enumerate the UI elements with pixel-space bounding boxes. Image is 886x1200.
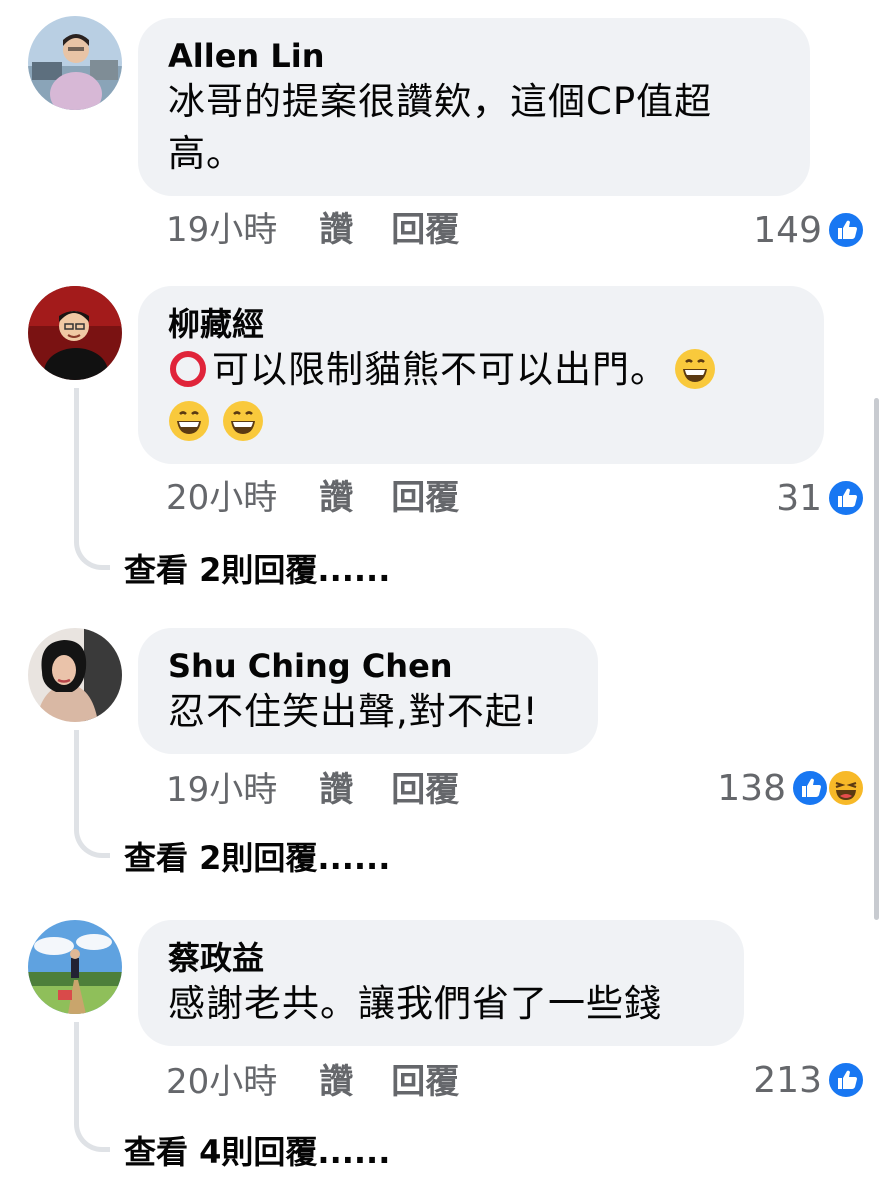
like-icon	[827, 211, 865, 249]
comment-timestamp[interactable]: 20小時	[166, 478, 277, 518]
like-button[interactable]: 讚	[319, 478, 353, 518]
like-icon	[791, 769, 829, 807]
thread-line	[74, 1022, 110, 1152]
comment-actions: 20小時 讚回覆	[166, 1062, 459, 1102]
comment-author[interactable]: 蔡政益	[168, 938, 714, 978]
heavy-large-circle-icon	[170, 351, 206, 387]
reaction-count: 31	[776, 477, 822, 519]
avatar-photo-liu-zang-jing	[28, 286, 122, 380]
scrollbar[interactable]	[874, 398, 879, 920]
like-icon	[827, 1061, 865, 1099]
reaction-summary[interactable]: 138	[717, 766, 866, 810]
comment-bubble: Shu Ching Chen 忍不住笑出聲,對不起!	[138, 628, 598, 754]
reply-button[interactable]: 回覆	[391, 478, 459, 518]
reaction-count: 213	[753, 1059, 822, 1101]
like-button[interactable]: 讚	[319, 770, 353, 810]
reaction-count: 149	[753, 209, 822, 251]
avatar-photo-cai-zheng-yi	[28, 920, 122, 1014]
view-replies-link[interactable]: 查看 2則回覆......	[124, 550, 390, 590]
comment-bubble: Allen Lin 冰哥的提案很讚欸，這個CP值超高。	[138, 18, 810, 196]
comment-actions: 20小時 讚回覆	[166, 478, 459, 518]
view-replies-link[interactable]: 查看 4則回覆......	[124, 1132, 390, 1172]
comment-timestamp[interactable]: 19小時	[166, 210, 277, 250]
comment-actions: 19小時 讚回覆	[166, 770, 459, 810]
thread-line	[74, 388, 110, 570]
avatar-photo-allen-lin	[28, 16, 122, 110]
comment-bubble: 柳藏經 可以限制貓熊不可以出門。	[138, 286, 824, 464]
reaction-summary[interactable]: 149	[753, 208, 866, 252]
comment-text: 冰哥的提案很讚欸，這個CP值超高。	[168, 80, 713, 175]
grinning-face-icon	[169, 401, 209, 441]
grinning-face-icon	[223, 401, 263, 441]
comment-timestamp[interactable]: 20小時	[166, 1062, 277, 1102]
avatar[interactable]	[28, 920, 122, 1014]
reply-button[interactable]: 回覆	[391, 770, 459, 810]
reaction-summary[interactable]: 31	[776, 476, 866, 520]
thread-line	[74, 730, 110, 858]
haha-icon	[827, 769, 865, 807]
like-button[interactable]: 讚	[319, 1062, 353, 1102]
grinning-face-icon	[675, 349, 715, 389]
reaction-summary[interactable]: 213	[753, 1058, 866, 1102]
comment-bubble: 蔡政益 感謝老共。讓我們省了一些錢	[138, 920, 744, 1046]
comment-text: 感謝老共。讓我們省了一些錢	[168, 982, 662, 1025]
reply-button[interactable]: 回覆	[391, 1062, 459, 1102]
like-icon	[827, 479, 865, 517]
comment-author[interactable]: Shu Ching Chen	[168, 646, 568, 686]
like-button[interactable]: 讚	[319, 210, 353, 250]
comment-author[interactable]: 柳藏經	[168, 304, 794, 344]
avatar[interactable]	[28, 16, 122, 110]
reaction-count: 138	[717, 767, 786, 809]
comment-text: 忍不住笑出聲,對不起!	[168, 690, 539, 733]
view-replies-link[interactable]: 查看 2則回覆......	[124, 838, 390, 878]
comment-text-body: 可以限制貓熊不可以出門。	[212, 348, 668, 391]
comment-author[interactable]: Allen Lin	[168, 36, 780, 76]
avatar[interactable]	[28, 628, 122, 722]
avatar-photo-shu-ching-chen	[28, 628, 122, 722]
avatar[interactable]	[28, 286, 122, 380]
comment-timestamp[interactable]: 19小時	[166, 770, 277, 810]
comment-text: 可以限制貓熊不可以出門。	[168, 344, 794, 448]
comment-actions: 19小時 讚回覆	[166, 210, 459, 250]
reply-button[interactable]: 回覆	[391, 210, 459, 250]
